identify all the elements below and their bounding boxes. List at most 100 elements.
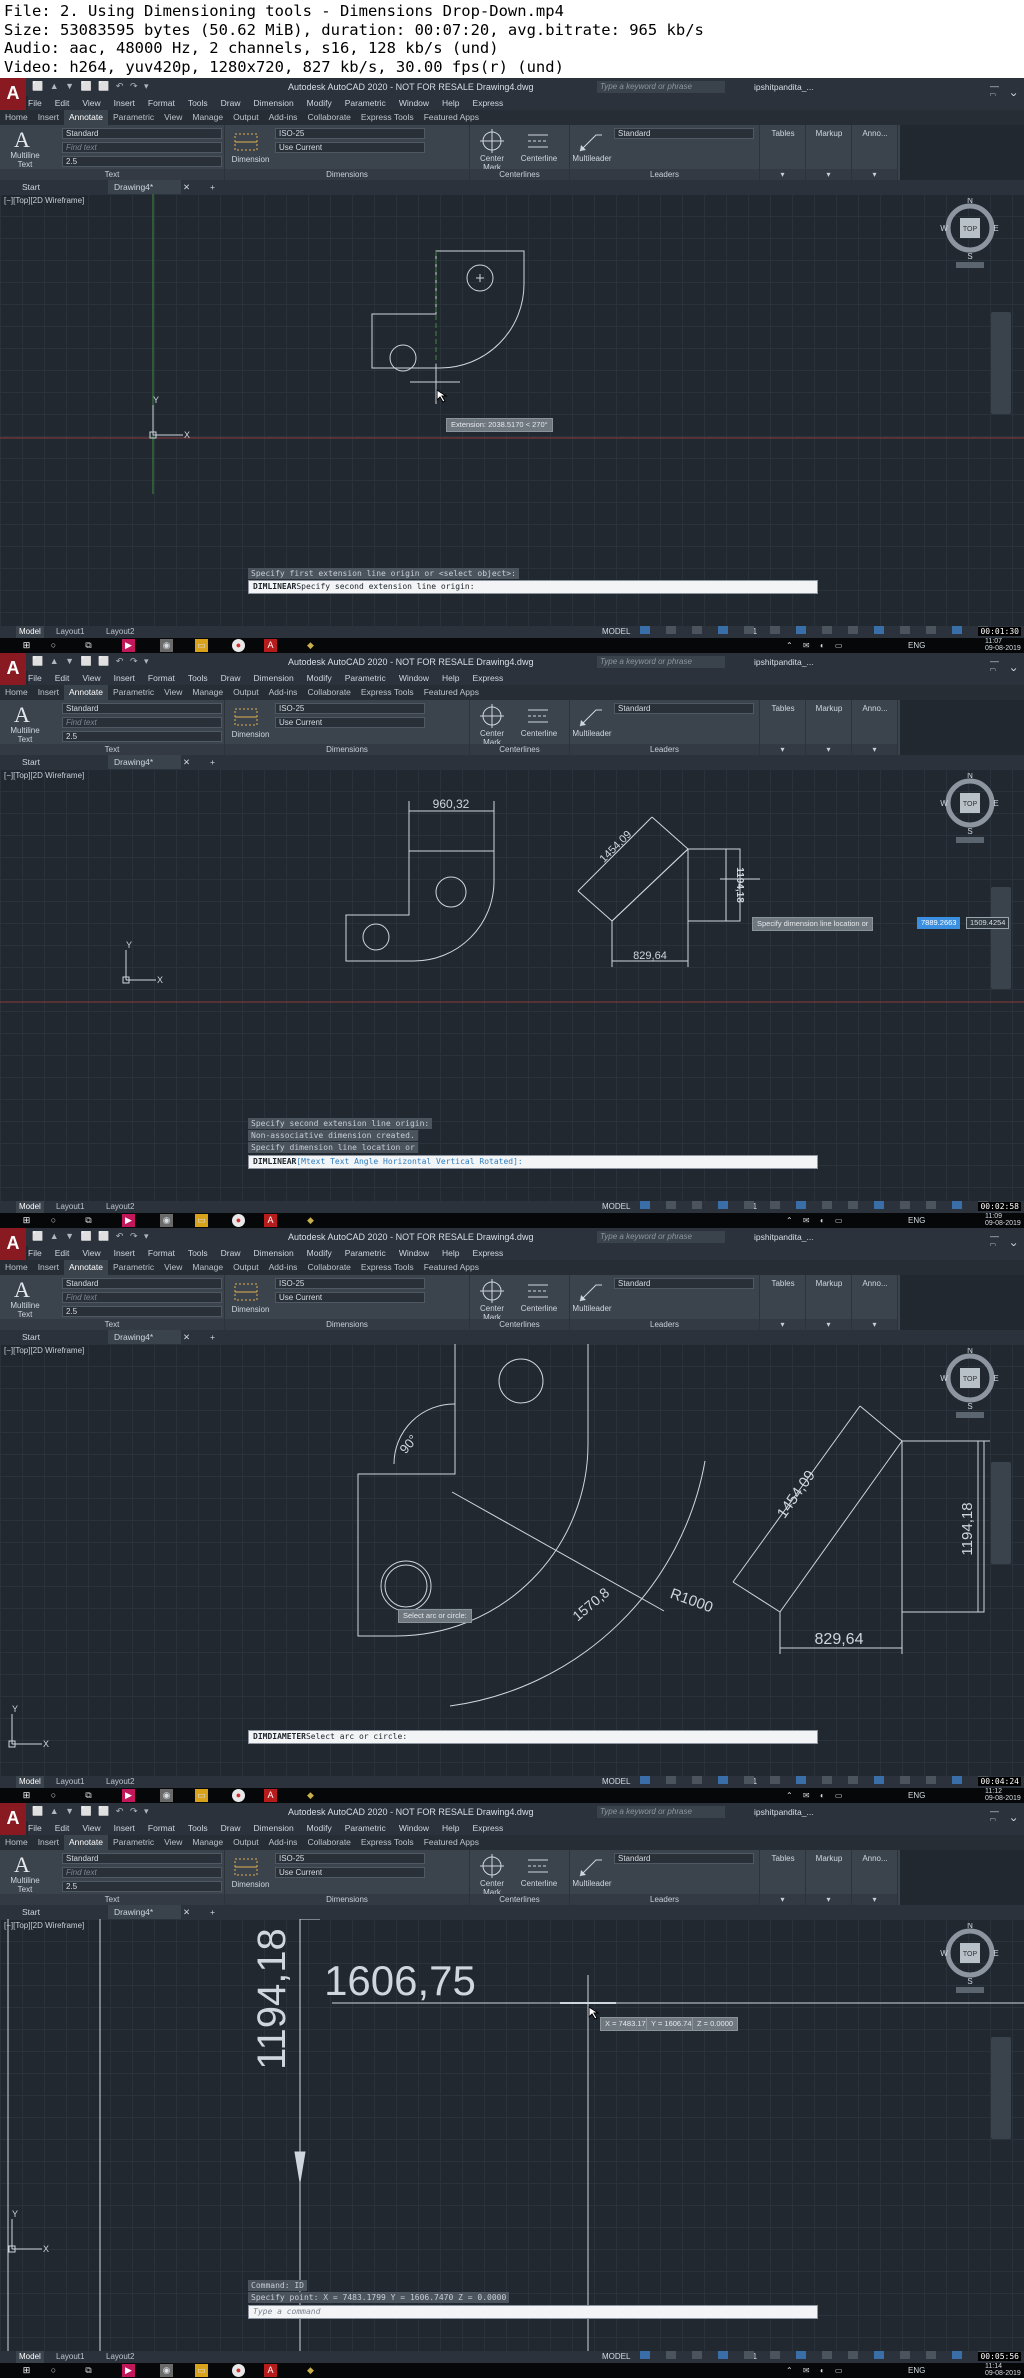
leader-style-select[interactable]: Standard	[614, 128, 754, 139]
text-panel-label[interactable]: Text	[0, 1319, 224, 1330]
markup-panel-expand[interactable]: ▾	[806, 1319, 851, 1330]
viewcube-south[interactable]: S	[967, 1402, 972, 1411]
tab-insert[interactable]: Insert	[33, 1835, 64, 1850]
system-tray-icons[interactable]: ⌃ ✉ ◐ ▭	[786, 1791, 846, 1800]
tab-annotate[interactable]: Annotate	[63, 110, 108, 125]
centerline-icon[interactable]	[526, 1854, 550, 1878]
layout2-tab[interactable]: Layout2	[106, 1776, 134, 1788]
layout1-tab[interactable]: Layout1	[56, 2351, 84, 2363]
dimension-icon[interactable]	[232, 130, 262, 154]
tab-manage[interactable]: Manage	[187, 1260, 228, 1275]
windows-start-icon[interactable]: ⊞	[20, 2364, 33, 2377]
windows-start-icon[interactable]: ⊞	[20, 639, 33, 652]
status-toggle-icon[interactable]	[796, 2351, 806, 2359]
tab-add-ins[interactable]: Add-ins	[264, 1260, 303, 1275]
search-input[interactable]: Type a keyword or phrase	[597, 1806, 725, 1818]
dynamic-input-value-y[interactable]: 1509.4254	[966, 917, 1010, 929]
status-toggle-icon[interactable]	[926, 1776, 936, 1784]
start-tab[interactable]: Start	[22, 755, 40, 769]
dimension-icon[interactable]	[232, 1280, 262, 1304]
media-app-icon[interactable]: ▶	[122, 639, 135, 652]
multiline-text-button[interactable]: Multiline Text	[5, 151, 45, 169]
viewcube-east[interactable]: E	[993, 1949, 998, 1958]
menu-express[interactable]: Express	[473, 1821, 504, 1835]
menu-parametric[interactable]: Parametric	[345, 671, 386, 685]
media-app-icon[interactable]: ▶	[122, 1214, 135, 1227]
wcs-menu[interactable]	[956, 262, 984, 268]
viewcube[interactable]: TOP N S W E	[940, 198, 1000, 268]
status-toggle-icon[interactable]	[692, 1201, 702, 1209]
tab-home[interactable]: Home	[0, 1835, 33, 1850]
navigation-bar[interactable]	[991, 887, 1011, 989]
dimension-button[interactable]: Dimension	[228, 1880, 273, 1889]
markup-button[interactable]: Markup	[806, 1279, 852, 1288]
menu-window[interactable]: Window	[399, 671, 429, 685]
wcs-menu[interactable]	[956, 1412, 984, 1418]
status-toggle-icon[interactable]	[796, 626, 806, 634]
chrome-icon[interactable]: ●	[232, 1789, 245, 1802]
tab-express-tools[interactable]: Express Tools	[356, 685, 419, 700]
multileader-button[interactable]: Multileader	[570, 729, 614, 738]
tab-collaborate[interactable]: Collaborate	[302, 110, 355, 125]
dimension-button[interactable]: Dimension	[228, 155, 273, 164]
menu-modify[interactable]: Modify	[307, 1821, 332, 1835]
status-toggle-icon[interactable]	[744, 1201, 754, 1209]
system-tray-icons[interactable]: ⌃ ✉ ◐ ▭	[786, 2366, 846, 2375]
recorder-app-icon[interactable]: ◆	[304, 1789, 317, 1802]
camera-app-icon[interactable]: ◉	[160, 1789, 173, 1802]
model-tab[interactable]: Model	[16, 1201, 44, 1213]
viewcube[interactable]: TOP N S W E	[940, 1348, 1000, 1418]
viewport-controls[interactable]: [−][Top][2D Wireframe]	[4, 771, 84, 780]
chrome-icon[interactable]: ●	[232, 2364, 245, 2377]
autocad-logo-icon[interactable]: A	[0, 78, 26, 110]
text-style-select[interactable]: Standard	[62, 1278, 222, 1289]
viewcube-north[interactable]: N	[967, 773, 973, 780]
quick-access-toolbar[interactable]: ⬜ ▲ ▼ ⬜ ⬜ ↶ ↷ ▾	[32, 1806, 151, 1817]
viewport-controls[interactable]: [−][Top][2D Wireframe]	[4, 1346, 84, 1355]
status-toggle-icon[interactable]	[874, 2351, 884, 2359]
autocad-taskbar-icon[interactable]: A	[264, 639, 277, 652]
text-panel-label[interactable]: Text	[0, 744, 224, 755]
tables-button[interactable]: Tables	[760, 129, 806, 138]
autocad-taskbar-icon[interactable]: A	[264, 2364, 277, 2377]
viewcube-east[interactable]: E	[993, 224, 998, 233]
command-line[interactable]: DIMLINEAR[Mtext Text Angle Horizontal Ve…	[248, 1155, 818, 1169]
menu-format[interactable]: Format	[148, 671, 175, 685]
markup-panel-expand[interactable]: ▾	[806, 744, 851, 755]
viewport-controls[interactable]: [−][Top][2D Wireframe]	[4, 1921, 84, 1930]
status-toggle-icon[interactable]	[770, 1776, 780, 1784]
dim-style-select[interactable]: ISO-25	[275, 703, 425, 714]
annotation-panel-expand[interactable]: ▾	[852, 1319, 897, 1330]
tables-button[interactable]: Tables	[760, 1279, 806, 1288]
status-toggle-icon[interactable]	[718, 1776, 728, 1784]
tab-manage[interactable]: Manage	[187, 1835, 228, 1850]
command-line[interactable]: DIMDIAMETERSelect arc or circle:	[248, 1730, 818, 1744]
menu-edit[interactable]: Edit	[55, 671, 70, 685]
tab-output[interactable]: Output	[228, 1835, 264, 1850]
menu-edit[interactable]: Edit	[55, 1246, 70, 1260]
leaders-panel-label[interactable]: Leaders	[570, 1894, 759, 1905]
annotation-panel-expand[interactable]: ▾	[852, 169, 897, 180]
status-toggle-icon[interactable]	[926, 626, 936, 634]
layer-override-select[interactable]: Use Current	[275, 1867, 425, 1878]
tab-add-ins[interactable]: Add-ins	[264, 1835, 303, 1850]
status-toggle-icon[interactable]	[666, 2351, 676, 2359]
quick-access-toolbar[interactable]: ⬜ ▲ ▼ ⬜ ⬜ ↶ ↷ ▾	[32, 1231, 151, 1242]
multileader-button[interactable]: Multileader	[570, 1879, 614, 1888]
file-explorer-icon[interactable]: ▭	[195, 2364, 208, 2377]
media-app-icon[interactable]: ▶	[122, 2364, 135, 2377]
menu-file[interactable]: File	[28, 96, 42, 110]
viewcube-north[interactable]: N	[967, 1923, 973, 1930]
menu-tools[interactable]: Tools	[188, 1246, 208, 1260]
menu-draw[interactable]: Draw	[221, 1246, 241, 1260]
menu-tools[interactable]: Tools	[188, 671, 208, 685]
status-toggle-icon[interactable]	[796, 1201, 806, 1209]
menu-edit[interactable]: Edit	[55, 96, 70, 110]
status-toggle-icon[interactable]	[900, 626, 910, 634]
layer-override-select[interactable]: Use Current	[275, 142, 425, 153]
tab-view[interactable]: View	[159, 1835, 187, 1850]
viewcube-west[interactable]: W	[940, 1949, 948, 1958]
tab-annotate[interactable]: Annotate	[63, 1260, 108, 1275]
multiline-text-icon[interactable]: A	[14, 702, 30, 728]
viewcube-top[interactable]: TOP	[963, 801, 978, 808]
